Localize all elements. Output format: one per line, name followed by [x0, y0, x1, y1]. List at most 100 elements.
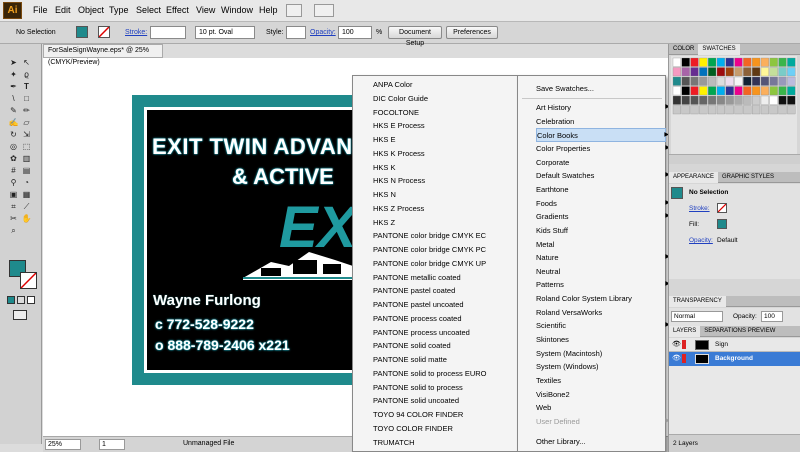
swatch-chip[interactable]: [725, 95, 734, 105]
swatch-chip[interactable]: [716, 57, 725, 67]
swatch-chip[interactable]: [699, 105, 708, 115]
swatch-chip[interactable]: [708, 57, 717, 67]
swatch-chip[interactable]: [672, 86, 681, 96]
gradient-mode-icon[interactable]: [17, 296, 25, 304]
scale-tool-icon[interactable]: ⇲: [21, 130, 32, 139]
swatch-chip[interactable]: [672, 57, 681, 67]
preferences-button[interactable]: Preferences: [446, 26, 498, 39]
swatch-chip[interactable]: [690, 57, 699, 67]
swatch-chip[interactable]: [769, 105, 778, 115]
live-paint-tool-icon[interactable]: ▣: [8, 190, 19, 199]
tab-layers[interactable]: LAYERS: [669, 326, 701, 337]
swatch-menu-item[interactable]: Roland VersaWorks: [536, 306, 666, 320]
swatch-chip[interactable]: [778, 86, 787, 96]
swatch-chip[interactable]: [778, 76, 787, 86]
swatch-chip[interactable]: [743, 57, 752, 67]
gradient-tool-icon[interactable]: ▤: [21, 166, 32, 175]
swatch-chip[interactable]: [681, 86, 690, 96]
swatch-chip[interactable]: [787, 67, 796, 77]
transparency-opacity-field[interactable]: 100: [761, 311, 783, 322]
swatch-menu-item[interactable]: Textiles: [536, 374, 666, 388]
magic-wand-tool-icon[interactable]: ✦: [8, 70, 19, 79]
swatch-chip[interactable]: [716, 86, 725, 96]
layer-name[interactable]: Sign: [715, 341, 728, 348]
color-book-item[interactable]: PANTONE solid uncoated: [373, 394, 459, 408]
menu-file[interactable]: File: [33, 5, 48, 15]
brush-definition-dropdown[interactable]: 10 pt. Oval: [195, 26, 255, 39]
menu-select[interactable]: Select: [136, 5, 161, 15]
swatch-chip[interactable]: [743, 95, 752, 105]
type-tool-icon[interactable]: T: [21, 82, 32, 91]
swatch-chip[interactable]: [699, 57, 708, 67]
swatch-chip[interactable]: [734, 76, 743, 86]
menu-edit[interactable]: Edit: [55, 5, 71, 15]
appearance-fill[interactable]: Fill:: [689, 221, 699, 228]
scissors-tool-icon[interactable]: ✂: [8, 214, 19, 223]
layer-row-sign[interactable]: 👁 Sign: [669, 338, 800, 352]
rectangle-tool-icon[interactable]: □: [21, 94, 32, 103]
swatch-chip[interactable]: [681, 76, 690, 86]
swatch-chip[interactable]: [734, 57, 743, 67]
color-book-item[interactable]: DIC Color Guide: [373, 92, 428, 106]
swatch-chip[interactable]: [787, 57, 796, 67]
color-book-item[interactable]: FOCOLTONE: [373, 106, 419, 120]
swatch-chip[interactable]: [708, 76, 717, 86]
blend-mode-dropdown[interactable]: Normal: [671, 311, 723, 322]
appearance-stroke-swatch[interactable]: [717, 203, 727, 213]
swatch-chip[interactable]: [787, 105, 796, 115]
swatch-chip[interactable]: [743, 86, 752, 96]
swatch-chip[interactable]: [690, 76, 699, 86]
color-book-item[interactable]: HKS K Process: [373, 147, 425, 161]
swatch-chip[interactable]: [699, 95, 708, 105]
swatch-chip[interactable]: [760, 57, 769, 67]
zoom-tool-icon[interactable]: ⌕: [8, 226, 19, 235]
color-book-item[interactable]: PANTONE color bridge CMYK EC: [373, 229, 486, 243]
swatch-chip[interactable]: [752, 95, 761, 105]
crop-tool-icon[interactable]: ⌗: [8, 202, 19, 211]
color-book-item[interactable]: HKS N: [373, 188, 396, 202]
swatch-chip[interactable]: [672, 76, 681, 86]
swatch-chip[interactable]: [699, 86, 708, 96]
tab-appearance[interactable]: APPEARANCE: [669, 172, 719, 183]
mesh-tool-icon[interactable]: #: [8, 166, 19, 175]
direct-selection-tool-icon[interactable]: ↖: [21, 58, 32, 67]
swatch-menu-item[interactable]: Patterns▶: [536, 278, 670, 292]
fill-color-swatch[interactable]: [76, 26, 88, 38]
swatch-chip[interactable]: [760, 76, 769, 86]
paintbrush-tool-icon[interactable]: ✎: [8, 106, 19, 115]
swatch-chip[interactable]: [769, 86, 778, 96]
appearance-fill-swatch[interactable]: [717, 219, 727, 229]
swatch-chip[interactable]: [690, 105, 699, 115]
menu-object[interactable]: Object: [78, 5, 104, 15]
swatch-chip[interactable]: [734, 105, 743, 115]
color-book-item[interactable]: PANTONE solid to process EURO: [373, 367, 487, 381]
swatch-chip[interactable]: [681, 95, 690, 105]
swatch-chip[interactable]: [716, 105, 725, 115]
none-mode-icon[interactable]: [27, 296, 35, 304]
swatch-chip[interactable]: [690, 67, 699, 77]
pen-tool-icon[interactable]: ✒: [8, 82, 19, 91]
tab-color[interactable]: COLOR: [669, 46, 698, 52]
swatch-chip[interactable]: [699, 67, 708, 77]
swatch-chip[interactable]: [681, 105, 690, 115]
swatch-chip[interactable]: [734, 67, 743, 77]
opacity-label[interactable]: Opacity:: [310, 29, 336, 36]
swatch-menu-item[interactable]: Art History▶: [536, 101, 670, 115]
color-book-item[interactable]: PANTONE color bridge CMYK PC: [373, 243, 486, 257]
swatch-menu-item[interactable]: VisiBone2: [536, 388, 666, 402]
swatch-menu-item[interactable]: System (Windows): [536, 360, 666, 374]
free-transform-tool-icon[interactable]: ⬚: [21, 142, 32, 151]
swatch-menu-item[interactable]: Nature▶: [536, 251, 670, 265]
document-tab[interactable]: ForSaleSignWayne.eps* @ 25% (CMYK/Previe…: [43, 44, 163, 66]
swatch-chip[interactable]: [725, 86, 734, 96]
eyedropper-tool-icon[interactable]: ⚲: [8, 178, 19, 187]
swatch-chip[interactable]: [734, 86, 743, 96]
swatch-chip[interactable]: [708, 105, 717, 115]
swatch-menu-item[interactable]: Kids Stuff: [536, 224, 666, 238]
swatch-chip[interactable]: [787, 95, 796, 105]
swatch-chip[interactable]: [672, 105, 681, 115]
appearance-stroke[interactable]: Stroke:: [689, 205, 710, 212]
swatch-menu-item[interactable]: Earthtone: [536, 183, 666, 197]
swatch-menu-item[interactable]: Gradients▶: [536, 210, 670, 224]
swatch-chip[interactable]: [778, 95, 787, 105]
